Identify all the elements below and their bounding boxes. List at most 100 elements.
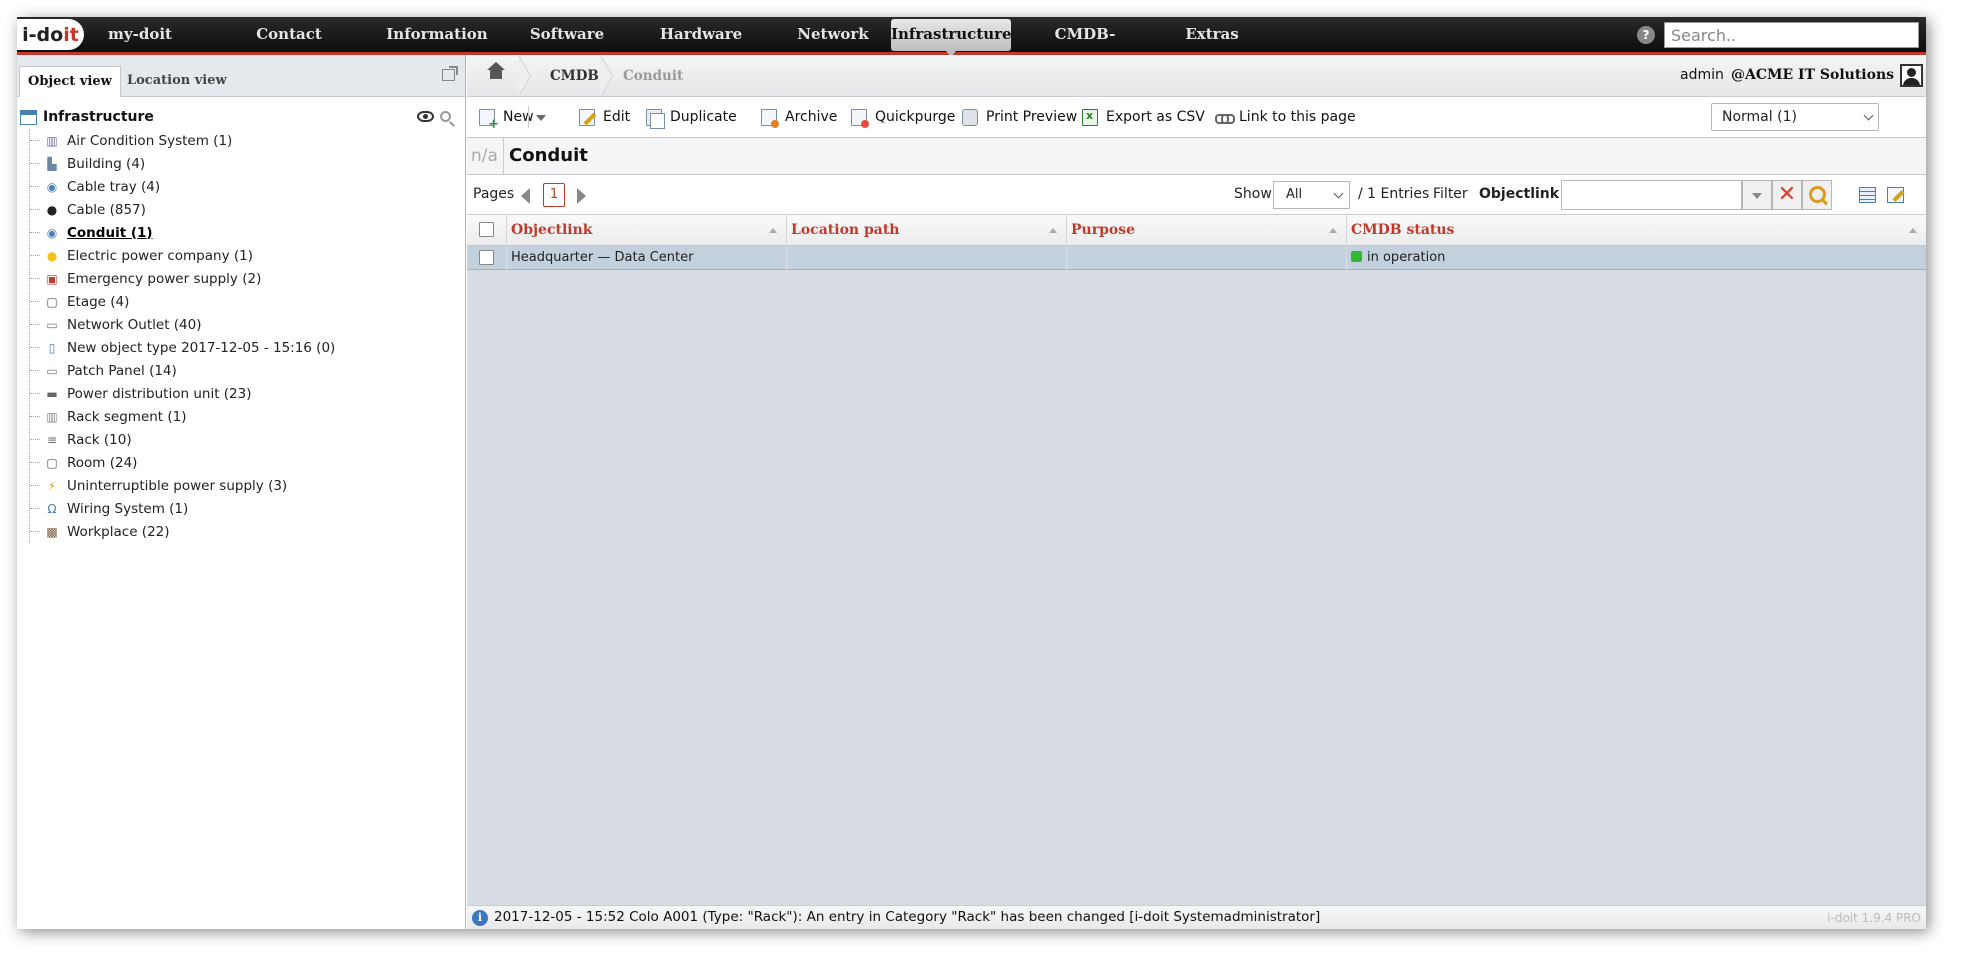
tree-item[interactable]: ▙ Building (4) xyxy=(30,152,335,175)
edit-label: Edit xyxy=(603,109,631,125)
logo-text-b: it xyxy=(63,23,79,46)
nav-hardware[interactable]: Hardware xyxy=(642,17,760,55)
nav-extras[interactable]: Extras xyxy=(1177,17,1247,55)
tree-item[interactable]: ▯ New object type 2017-12-05 - 15:16 (0) xyxy=(30,336,335,359)
workplace-icon: ▩ xyxy=(46,524,58,539)
tree-item[interactable]: Ω Wiring System (1) xyxy=(30,497,335,520)
new-button[interactable]: New xyxy=(479,106,534,132)
duplicate-button[interactable]: Duplicate xyxy=(646,106,737,129)
column-objectlink[interactable]: Objectlink xyxy=(507,215,787,246)
archive-button[interactable]: Archive xyxy=(761,106,837,128)
list-controls: Pages 1 Show All / 1 Entries Filter Obje… xyxy=(467,175,1926,215)
new-dropdown-arrow[interactable] xyxy=(528,106,550,128)
tenant-name[interactable]: @ACME IT Solutions xyxy=(1731,67,1894,83)
home-icon[interactable] xyxy=(487,62,505,81)
tree-item-label: Uninterruptible power supply (3) xyxy=(67,477,288,494)
tree-item-label: Room (24) xyxy=(67,454,138,471)
action-toolbar: New Edit Duplicate Archive Quickpurge xyxy=(467,97,1926,138)
tree-item[interactable]: ● Cable (857) xyxy=(30,198,335,221)
popout-icon[interactable] xyxy=(442,66,458,81)
tree-item[interactable]: ▢ Etage (4) xyxy=(30,290,335,313)
tab-object-view[interactable]: Object view xyxy=(19,66,121,97)
list-view-icon[interactable] xyxy=(1859,187,1876,203)
clear-filter-icon[interactable]: ✕ xyxy=(1772,180,1802,210)
user-name[interactable]: admin xyxy=(1680,67,1724,83)
tree-item[interactable]: ▩ Workplace (22) xyxy=(30,520,335,543)
filter-dropdown-button[interactable] xyxy=(1742,180,1772,210)
object-type-header: n/a Conduit xyxy=(467,138,1926,175)
help-icon[interactable]: ? xyxy=(1637,26,1655,44)
select-all-checkbox[interactable] xyxy=(479,222,494,237)
column-cmdb-status-label: CMDB status xyxy=(1351,222,1455,238)
tree-item-label: New object type 2017-12-05 - 15:16 (0) xyxy=(67,339,336,356)
row-select-cell xyxy=(467,246,507,270)
tree-item[interactable]: ▥ Rack segment (1) xyxy=(30,405,335,428)
tree-item-label: Conduit (1) xyxy=(67,224,153,241)
search-input[interactable] xyxy=(1664,22,1919,48)
tree-root[interactable]: Infrastructure xyxy=(20,107,154,127)
status-indicator-icon xyxy=(1351,251,1362,262)
nav-my-doit[interactable]: my-doit xyxy=(95,17,185,55)
rows-per-page-select[interactable]: All xyxy=(1273,181,1350,209)
tree-item[interactable]: ◉ Cable tray (4) xyxy=(30,175,335,198)
column-cmdb-status[interactable]: CMDB status xyxy=(1347,215,1926,246)
tree-item[interactable]: ▭ Patch Panel (14) xyxy=(30,359,335,382)
quickpurge-icon xyxy=(851,108,869,128)
row-checkbox[interactable] xyxy=(479,250,494,265)
omega-icon: Ω xyxy=(47,501,57,516)
nav-information[interactable]: Information xyxy=(372,17,502,55)
quickpurge-button[interactable]: Quickpurge xyxy=(851,106,955,128)
tree-item[interactable]: ▣ Emergency power supply (2) xyxy=(30,267,335,290)
eye-icon[interactable] xyxy=(417,111,434,122)
filter-search-icon[interactable] xyxy=(1802,180,1832,210)
tree-item[interactable]: ▥ Air Condition System (1) xyxy=(30,129,335,152)
edit-button[interactable]: Edit xyxy=(579,106,630,128)
tree-item[interactable]: ▬ Power distribution unit (23) xyxy=(30,382,335,405)
generator-icon: ▣ xyxy=(46,271,58,286)
tree-item[interactable]: ⚡ Uninterruptible power supply (3) xyxy=(30,474,335,497)
i-doit-logo[interactable]: i-do it xyxy=(17,19,84,50)
tree-search-icon[interactable] xyxy=(440,111,451,122)
breadcrumb-separator xyxy=(518,55,533,97)
list-edit-icon[interactable] xyxy=(1887,187,1904,203)
link-to-page-button[interactable]: Link to this page xyxy=(1215,106,1356,128)
status-filter-select[interactable]: Normal (1) xyxy=(1711,103,1879,131)
link-icon xyxy=(1215,109,1235,126)
cell-objectlink[interactable]: Headquarter — Data Center xyxy=(507,246,787,270)
column-purpose[interactable]: Purpose xyxy=(1067,215,1347,246)
tree-item-label: Cable (857) xyxy=(67,201,146,218)
quickpurge-label: Quickpurge xyxy=(875,109,956,125)
previous-page-icon[interactable] xyxy=(521,188,530,204)
breadcrumb-cmdb[interactable]: CMDB xyxy=(550,55,599,97)
filter-input[interactable] xyxy=(1561,180,1742,210)
nav-network[interactable]: Network xyxy=(780,17,886,55)
tree-item[interactable]: ≡ Rack (10) xyxy=(30,428,335,451)
object-table: Objectlink Location path Purpose CMDB st… xyxy=(467,215,1926,270)
tab-location-view[interactable]: Location view xyxy=(119,66,235,97)
avatar[interactable] xyxy=(1900,64,1923,87)
column-location-path-label: Location path xyxy=(791,222,900,238)
cell-cmdb-status: in operation xyxy=(1347,246,1926,270)
nav-cmdb-explorer[interactable]: CMDB-Explorer xyxy=(1020,17,1150,77)
page-number[interactable]: 1 xyxy=(543,183,565,207)
rack-icon: ≡ xyxy=(46,432,58,447)
table-row[interactable]: Headquarter — Data Center in operation xyxy=(467,246,1926,270)
tree-item-label: Etage (4) xyxy=(67,293,130,310)
next-page-icon[interactable] xyxy=(577,188,586,204)
print-preview-button[interactable]: Print Preview xyxy=(962,106,1077,128)
tree-item-label: Building (4) xyxy=(67,155,146,172)
nav-software[interactable]: Software xyxy=(512,17,622,55)
info-icon: i xyxy=(472,910,488,926)
nav-contact[interactable]: Contact xyxy=(249,17,329,55)
filter-label: Filter xyxy=(1433,186,1468,202)
export-csv-button[interactable]: Export as CSV xyxy=(1082,106,1205,128)
sort-icon xyxy=(769,228,777,233)
nav-infrastructure[interactable]: Infrastructure xyxy=(891,19,1012,57)
tree-item[interactable]: ◉ Conduit (1) xyxy=(30,221,335,244)
tree-item[interactable]: ▭ Network Outlet (40) xyxy=(30,313,335,336)
tree-item[interactable]: ● Electric power company (1) xyxy=(30,244,335,267)
main-content: CMDB Conduit admin @ACME IT Solutions Ne… xyxy=(467,55,1926,929)
column-location-path[interactable]: Location path xyxy=(787,215,1067,246)
chevron-down-icon xyxy=(1863,110,1874,121)
tree-item[interactable]: ▢ Room (24) xyxy=(30,451,335,474)
